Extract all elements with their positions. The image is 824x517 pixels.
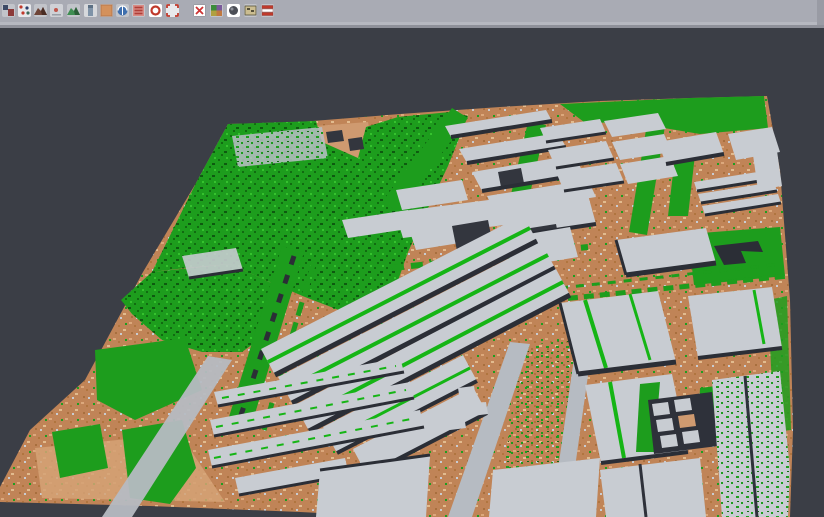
ortho-image-icon[interactable] xyxy=(100,4,113,17)
scatter-points-icon[interactable] xyxy=(18,4,31,17)
container-1 xyxy=(458,386,476,400)
shed-2 xyxy=(674,398,692,412)
farm-shed-2 xyxy=(348,137,364,151)
shed-3 xyxy=(656,418,674,432)
terrain-model-icon[interactable] xyxy=(67,4,80,17)
section-bar-icon[interactable] xyxy=(84,4,97,17)
toolbar-separator xyxy=(0,25,824,28)
globe-3d-icon[interactable] xyxy=(116,4,129,17)
target-ring-icon[interactable] xyxy=(149,4,162,17)
box-model-icon[interactable] xyxy=(244,4,257,17)
tin-surface-icon[interactable] xyxy=(34,4,47,17)
layer-stack-icon[interactable] xyxy=(261,4,274,17)
profile-lines-icon[interactable] xyxy=(132,4,145,17)
main-toolbar xyxy=(0,0,824,22)
shed-5 xyxy=(660,434,678,448)
classification-colors-icon[interactable] xyxy=(210,4,223,17)
delete-cross-icon[interactable] xyxy=(193,4,206,17)
shed-6 xyxy=(682,430,700,444)
shed-4 xyxy=(678,414,696,428)
bldg-i1 xyxy=(560,291,676,374)
extent-brackets-icon[interactable] xyxy=(166,4,179,17)
container-3 xyxy=(448,416,466,430)
shed-1 xyxy=(652,402,670,416)
application-window xyxy=(0,0,824,517)
container-2 xyxy=(470,402,488,416)
farm-shed-1 xyxy=(326,130,344,143)
viewport-3d[interactable] xyxy=(0,28,824,517)
toolbar-right-cap xyxy=(817,0,824,25)
select-window-icon[interactable] xyxy=(2,4,15,17)
pick-point-icon[interactable] xyxy=(50,4,63,17)
point-cloud-view[interactable] xyxy=(0,28,824,517)
bldg-i2 xyxy=(688,287,782,358)
sphere-view-icon[interactable] xyxy=(227,4,240,17)
